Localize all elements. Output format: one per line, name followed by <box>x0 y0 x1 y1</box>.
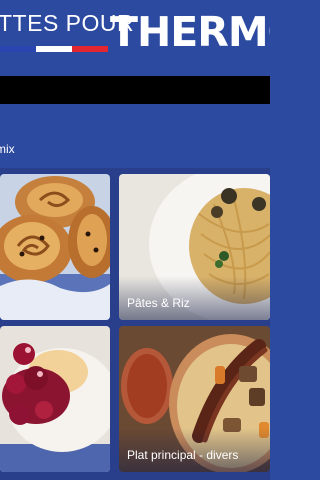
category-card-brioche[interactable] <box>0 174 110 320</box>
category-card-pates-riz[interactable]: Pâtes & Riz <box>119 174 270 320</box>
category-label-plat-principal: Plat principal - divers <box>127 448 239 462</box>
category-label-pates-riz: Pâtes & Riz <box>127 296 190 310</box>
status-bar <box>0 76 270 104</box>
banner-brand: THERMO <box>110 8 270 56</box>
category-card-dessert[interactable] <box>0 326 110 472</box>
french-flag-stripe <box>0 46 108 52</box>
cherry-dessert-image <box>0 326 110 472</box>
app-banner: TTES POUR THERMO <box>0 0 270 76</box>
category-card-plat-principal[interactable]: Plat principal - divers <box>119 326 270 472</box>
app-bar-title: mix <box>0 142 15 156</box>
brioche-image <box>0 174 110 320</box>
app-bar: mix <box>0 104 270 168</box>
category-grid: Pâtes & Riz Plat principal - divers <box>0 168 270 480</box>
